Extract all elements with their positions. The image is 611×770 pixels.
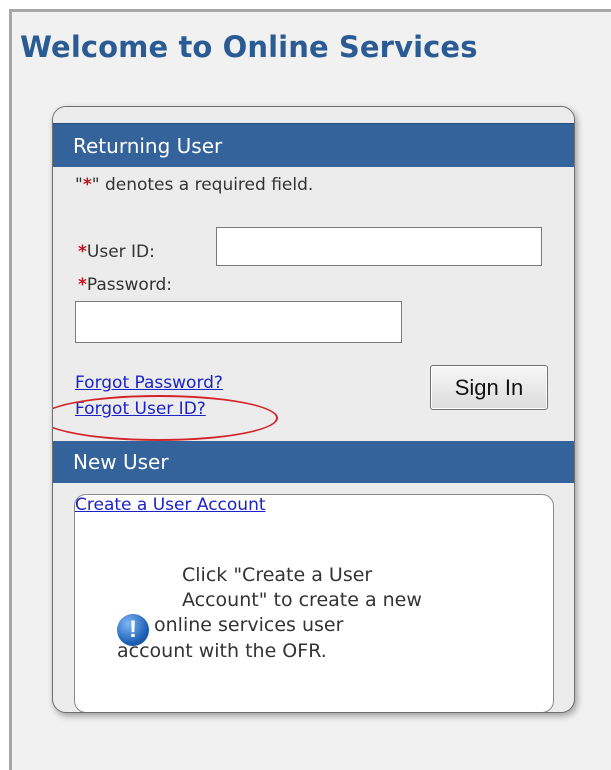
userid-input[interactable] [216, 227, 542, 266]
required-field-note: "*" denotes a required field. [75, 175, 313, 195]
forgot-password-link[interactable]: Forgot Password? [75, 373, 223, 393]
create-user-account-link[interactable]: Create a User Account [75, 495, 266, 515]
required-note-text: " denotes a required field. [91, 175, 314, 195]
annotation-highlight-oval [53, 395, 278, 441]
password-input[interactable] [75, 301, 402, 343]
userid-label: *User ID: [78, 242, 155, 262]
login-panel: Returning User "*" denotes a required fi… [52, 106, 575, 713]
required-note-quote: " [75, 175, 83, 195]
info-text-line-4: account with the OFR. [117, 640, 327, 662]
returning-user-header: Returning User [53, 123, 574, 167]
new-user-header: New User [53, 441, 574, 483]
userid-required-star: * [78, 242, 87, 262]
info-text-line-3: online services user [154, 614, 344, 636]
userid-label-text: User ID: [86, 242, 155, 262]
page-title: Welcome to Online Services [20, 30, 478, 64]
panel-top-cap [53, 107, 574, 124]
sign-in-button[interactable]: Sign In [430, 365, 548, 410]
info-text-line-1: Click "Create a User [182, 564, 373, 586]
password-label-text: Password: [86, 275, 173, 295]
info-text-line-2: Account" to create a new [182, 589, 422, 611]
password-required-star: * [78, 275, 87, 295]
required-star: * [82, 175, 92, 195]
password-label: *Password: [78, 275, 172, 295]
